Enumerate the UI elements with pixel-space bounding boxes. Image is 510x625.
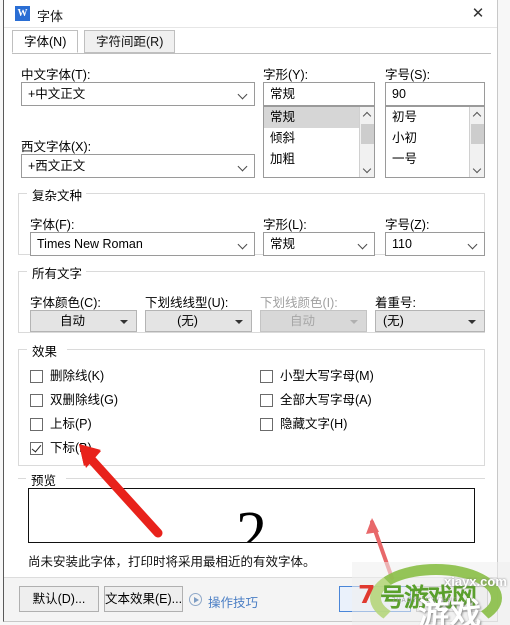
checkbox-label: 小型大写字母(M) xyxy=(280,369,374,383)
emphasis-label: 着重号: xyxy=(375,296,416,310)
dialog-title: 字体 xyxy=(37,9,64,24)
default-button[interactable]: 默认(D)... xyxy=(19,586,99,612)
scrollbar-thumb[interactable] xyxy=(361,124,374,144)
western-font-label: 西文字体(X): xyxy=(21,140,92,154)
checkbox-box xyxy=(30,394,43,407)
chevron-down-icon xyxy=(359,241,367,249)
watermark-domain: xiayx.com xyxy=(444,574,507,589)
scrollbar-thumb[interactable] xyxy=(471,124,484,144)
screenshot-root: W 字体 ✕ 字体(N) 字符间距(R) 中文字体(T): +中文正文 西文字体… xyxy=(0,0,510,625)
emphasis-value: (无) xyxy=(383,314,404,328)
all-text-legend: 所有文字 xyxy=(28,263,87,282)
font-size-value: 90 xyxy=(392,87,406,101)
effects-legend: 效果 xyxy=(28,341,62,360)
font-size-label: 字号(S): xyxy=(385,68,431,82)
chevron-down-icon xyxy=(239,91,247,99)
triangle-down-icon xyxy=(468,320,476,324)
font-color-label: 字体颜色(C): xyxy=(30,296,101,310)
western-font-value: +西文正文 xyxy=(28,159,86,173)
checkbox-box xyxy=(260,370,273,383)
triangle-down-icon xyxy=(120,320,128,324)
font-style-input[interactable]: 常规 xyxy=(263,82,375,106)
font-color-value: 自动 xyxy=(59,314,85,328)
list-item[interactable]: 常规 xyxy=(264,107,374,128)
font-style-value: 常规 xyxy=(270,87,296,101)
chinese-font-combo[interactable]: +中文正文 xyxy=(21,82,255,106)
underline-color-label: 下划线颜色(I): xyxy=(260,296,338,310)
checkbox-label: 全部大写字母(A) xyxy=(280,393,372,407)
wps-writer-icon: W xyxy=(15,6,30,21)
complex-size-value: 110 xyxy=(392,237,412,251)
list-item[interactable]: 倾斜 xyxy=(264,128,374,149)
complex-font-combo[interactable]: Times New Roman xyxy=(30,232,255,256)
watermark-red-text: 7 xyxy=(358,580,375,609)
checkbox-label: 上标(P) xyxy=(50,417,92,431)
preview-sample-text: 2 xyxy=(236,500,267,543)
tab-font[interactable]: 字体(N) xyxy=(12,30,79,53)
underline-color-value: 自动 xyxy=(289,314,315,328)
triangle-down-icon xyxy=(235,320,243,324)
checkbox-label: 隐藏文字(H) xyxy=(280,417,348,431)
complex-scripts-legend: 复杂文种 xyxy=(28,185,87,204)
site-watermark: 7 号游戏网 xiayx.com 7HAOYOUXIWANG 游戏 xyxy=(352,562,510,625)
tips-link[interactable]: 操作技巧 xyxy=(208,592,258,611)
complex-size-combo[interactable]: 110 xyxy=(385,232,485,256)
text-effects-button[interactable]: 文本效果(E)... xyxy=(104,586,183,612)
complex-style-label: 字形(L): xyxy=(263,218,307,232)
font-size-listbox[interactable]: 初号 小初 一号 xyxy=(385,106,485,178)
checkbox-box xyxy=(30,370,43,383)
preview-legend: 预览 xyxy=(27,470,61,489)
chinese-font-label: 中文字体(T): xyxy=(21,68,91,82)
complex-font-value: Times New Roman xyxy=(37,237,143,251)
complex-style-value: 常规 xyxy=(270,237,296,251)
close-icon[interactable]: ✕ xyxy=(467,4,489,24)
checkbox-label: 下标(B) xyxy=(50,441,92,455)
underline-style-dropdown[interactable]: (无) xyxy=(145,310,252,332)
font-style-label: 字形(Y): xyxy=(263,68,309,82)
underline-style-label: 下划线线型(U): xyxy=(145,296,229,310)
scrollbar[interactable] xyxy=(359,107,374,177)
scroll-up-icon[interactable] xyxy=(360,107,374,122)
complex-style-combo[interactable]: 常规 xyxy=(263,232,375,256)
chevron-down-icon xyxy=(239,241,247,249)
triangle-down-icon xyxy=(350,320,358,324)
list-item[interactable]: 加粗 xyxy=(264,149,374,170)
watermark-big-text: 游戏 xyxy=(418,597,482,625)
chevron-down-icon xyxy=(239,163,247,171)
checkbox-label: 删除线(K) xyxy=(50,369,105,383)
preview-box: 2 xyxy=(28,488,475,543)
chinese-font-value: +中文正文 xyxy=(28,87,86,101)
complex-size-label: 字号(Z): xyxy=(385,218,430,232)
font-dialog: W 字体 ✕ 字体(N) 字符间距(R) 中文字体(T): +中文正文 西文字体… xyxy=(3,0,498,622)
scrollbar[interactable] xyxy=(469,107,484,177)
scroll-up-icon[interactable] xyxy=(470,107,484,122)
checkbox-box xyxy=(30,418,43,431)
checkbox-box-checked xyxy=(30,442,43,455)
dialog-titlebar: W 字体 ✕ xyxy=(4,0,497,28)
checkbox-box xyxy=(260,418,273,431)
preview-note: 尚未安装此字体，打印时将采用最相近的有效字体。 xyxy=(28,555,316,569)
complex-font-label: 字体(F): xyxy=(30,218,75,232)
tab-character-spacing[interactable]: 字符间距(R) xyxy=(84,30,176,53)
tab-strip: 字体(N) 字符间距(R) xyxy=(12,30,491,54)
emphasis-dropdown[interactable]: (无) xyxy=(375,310,485,332)
checkbox-label: 双删除线(G) xyxy=(50,393,119,407)
checkbox-box xyxy=(260,394,273,407)
chevron-down-icon xyxy=(469,241,477,249)
font-size-input[interactable]: 90 xyxy=(385,82,485,106)
underline-style-value: (无) xyxy=(177,314,198,328)
western-font-combo[interactable]: +西文正文 xyxy=(21,154,255,178)
font-style-listbox[interactable]: 常规 倾斜 加粗 xyxy=(263,106,375,178)
scroll-down-icon[interactable] xyxy=(470,162,484,177)
font-color-dropdown[interactable]: 自动 xyxy=(30,310,137,332)
underline-color-dropdown: 自动 xyxy=(260,310,367,332)
play-circle-icon xyxy=(189,593,202,606)
scroll-down-icon[interactable] xyxy=(360,162,374,177)
